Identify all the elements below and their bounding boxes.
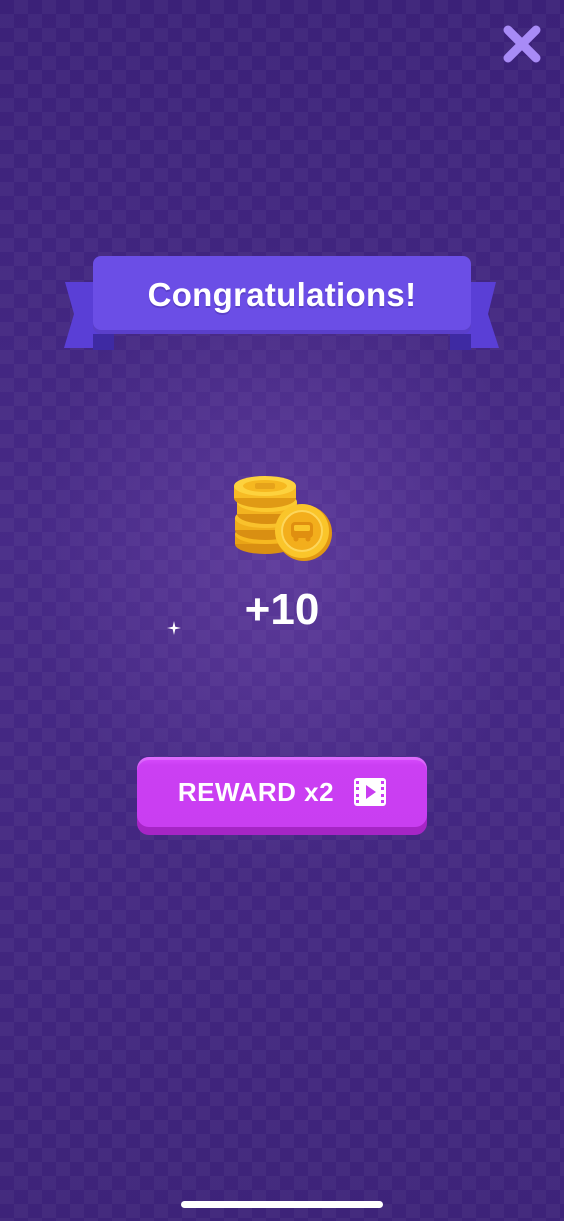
sparkle-icon <box>167 621 181 635</box>
congrats-banner: Congratulations! <box>62 254 502 354</box>
reward-amount: +10 <box>244 585 320 634</box>
reward-button-label: REWARD x2 <box>177 776 335 807</box>
reward-button-face[interactable]: REWARD x2 <box>137 757 427 827</box>
banner-body: Congratulations! <box>93 256 471 334</box>
close-button[interactable] <box>500 22 544 66</box>
dialog-title: Congratulations! <box>147 276 417 313</box>
coin-stack-icon <box>234 476 332 561</box>
home-indicator[interactable] <box>181 1201 383 1208</box>
video-ad-icon <box>354 778 387 806</box>
coin-stack <box>228 474 338 566</box>
close-icon <box>503 25 541 63</box>
reward-x2-button[interactable]: REWARD x2 <box>137 757 427 835</box>
